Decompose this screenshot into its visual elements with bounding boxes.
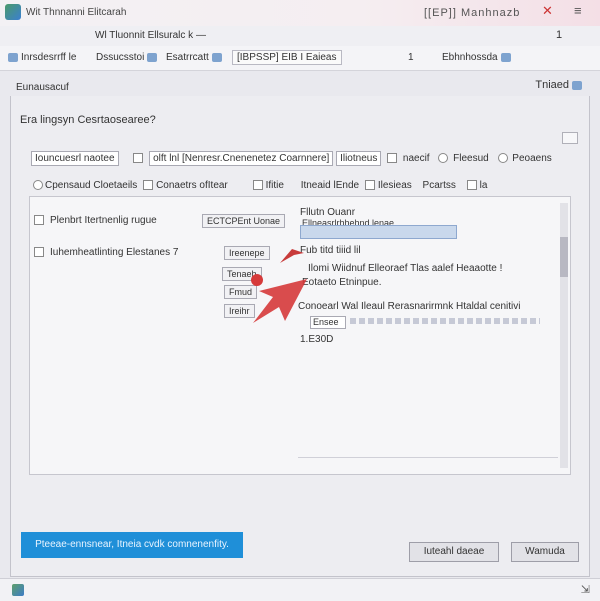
panel-header: Eunausacuf Tniaed	[10, 78, 588, 97]
status-bar: ⇲	[0, 578, 600, 601]
toolbar-item-1[interactable]: Inrsdesrrff le	[8, 52, 76, 63]
status-banner[interactable]: Pteeae-ennsnear, Itneia cvdk comnenenfit…	[21, 532, 243, 558]
cloud-icon	[500, 52, 511, 62]
small-arrow-icon	[280, 249, 304, 263]
toolbar-item-6[interactable]: Ebhnhossda	[442, 52, 511, 63]
pointer-arrow-icon	[253, 279, 307, 323]
panel-right-label[interactable]: Tniaed	[535, 79, 582, 91]
radio-option[interactable]	[497, 153, 508, 164]
dropdown-icon	[211, 52, 222, 62]
detail-field[interactable]: Ensee	[310, 316, 346, 329]
faint-text	[350, 318, 540, 324]
resize-icon[interactable]: ⇲	[581, 583, 590, 596]
checkbox[interactable]	[34, 247, 44, 258]
cancel-button[interactable]: Wamuda	[511, 542, 579, 562]
priority-label: Plenbrt Itertnenlig rugue	[34, 215, 157, 226]
option-row-1: Iouncuesrl naotee olft lnl [Nenresr.Cnen…	[31, 151, 552, 166]
app-icon	[5, 4, 21, 20]
panel-title: Eunausacuf	[16, 82, 69, 93]
detail-description: Ilomi Wiidnuf Elleoraef Tlas aalef Heaao…	[308, 263, 503, 274]
inner-panel: Plenbrt Itertnenlig rugue ECTCPEnt Uonae…	[29, 196, 571, 475]
toolbar-combo[interactable]: [IBPSSP] EIB I Eaieas	[232, 50, 342, 65]
status-icon	[12, 584, 24, 596]
cursor-dot	[251, 274, 263, 286]
checkbox[interactable]	[466, 180, 477, 191]
options-button[interactable]: Iliotneus	[336, 151, 382, 166]
row1-tail-2: Fleesud	[453, 153, 489, 164]
tab-bar: Wl Tluonnit Ellsuralc k — 1	[0, 26, 600, 47]
divider	[298, 457, 558, 458]
menu-icon[interactable]: ≡	[574, 3, 582, 18]
tab-number: 1	[556, 29, 563, 41]
title-bar: Wit Thnnanni Elitcarah [[EP]] Manhnazb ✕…	[0, 0, 600, 27]
interval-button[interactable]: Ireenepe	[224, 246, 270, 260]
source-field[interactable]: Iouncuesrl naotee	[31, 151, 119, 166]
close-icon[interactable]: ✕	[542, 3, 553, 19]
row1-tail-3: Peoaens	[512, 153, 552, 164]
radio-option[interactable]	[33, 180, 43, 191]
toolbar: Inrsdesrrff le Dssucsstoi Esatrrcatt [IB…	[0, 46, 600, 71]
toolbar-item-2[interactable]: Dssucsstoi	[96, 52, 158, 63]
main-content: Era lingsyn Cesrtaosearee? Iouncuesrl na…	[10, 96, 590, 577]
window-title: Wit Thnnanni Elitcarah	[26, 7, 127, 18]
detail-link[interactable]: Fub titd tiiid lil	[300, 245, 361, 256]
folder-icon	[8, 52, 18, 62]
panel-icon	[572, 80, 582, 90]
side-checkbox[interactable]	[562, 132, 578, 144]
radio-option[interactable]	[438, 153, 449, 164]
checkbox[interactable]	[34, 215, 44, 226]
question-text: Era lingsyn Cesrtaosearee?	[20, 114, 156, 126]
toolbar-item-5[interactable]: 1	[408, 52, 414, 63]
row1-tail-1: naecif	[402, 153, 430, 164]
scrollbar-thumb[interactable]	[560, 237, 568, 277]
selected-row[interactable]	[300, 225, 457, 239]
detail-summary: Conoearl Wal Ileaul Rerasnarirmnk Htalda…	[298, 301, 521, 312]
checkbox[interactable]	[364, 180, 375, 191]
window-subtitle: [[EP]] Manhnazb	[424, 7, 521, 19]
checkbox[interactable]	[143, 180, 154, 191]
apply-button[interactable]: Iuteahl daeae	[409, 542, 499, 562]
option-row-2: Cpensaud Cloetaeils Conaetrs ofItear Ifi…	[33, 180, 487, 191]
checkbox[interactable]	[252, 180, 263, 191]
toolbar-item-3[interactable]: Esatrrcatt	[166, 52, 222, 63]
priority-dropdown[interactable]: ECTCPEnt Uonae	[202, 214, 286, 228]
tab-label[interactable]: Wl Tluonnit Ellsuralc k —	[95, 30, 206, 41]
checkbox[interactable]	[387, 153, 398, 164]
checkbox[interactable]	[133, 153, 144, 164]
dropdown-icon	[147, 52, 158, 62]
interval-label: Iuhemheatlinting Elestanes 7	[34, 247, 178, 258]
detail-title: Fllutn Ouanr	[300, 207, 356, 218]
path-field[interactable]: olft lnl [Nenresr.Cnenenetez Coarnnere]	[149, 151, 334, 166]
